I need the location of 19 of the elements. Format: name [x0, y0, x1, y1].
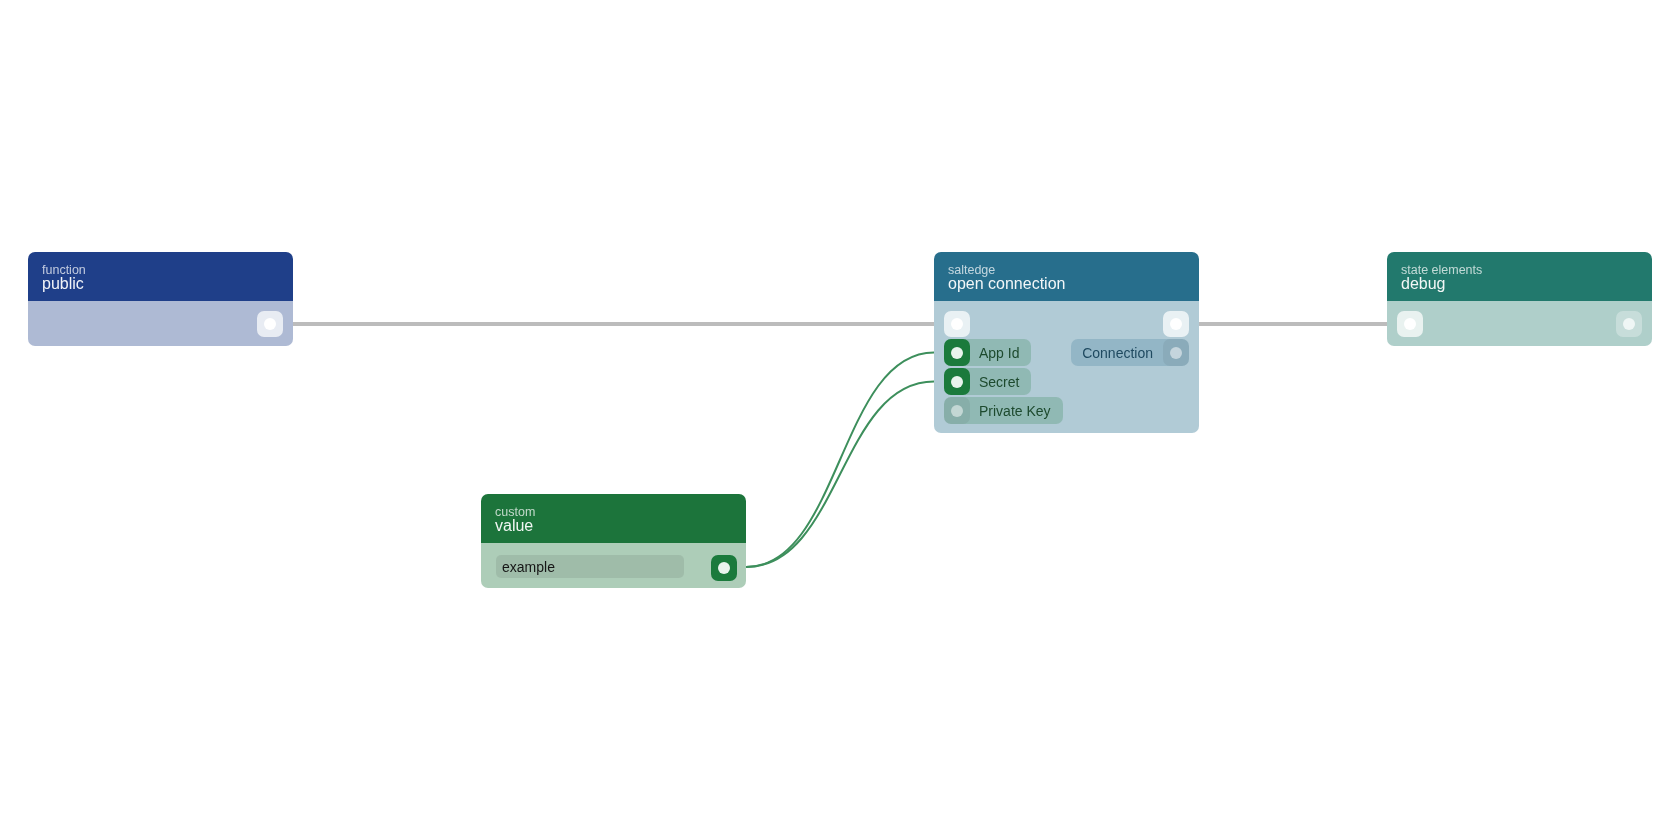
- node-header[interactable]: saltedge open connection: [934, 252, 1199, 301]
- node-category: function: [42, 263, 86, 276]
- node-title: public: [42, 275, 84, 291]
- node-header[interactable]: state elements debug: [1387, 252, 1652, 301]
- node-header[interactable]: custom value: [481, 494, 746, 543]
- port-icon[interactable]: [711, 555, 737, 581]
- socket-label: Connection: [1082, 344, 1153, 361]
- node-title: debug: [1401, 275, 1446, 291]
- node-title: value: [495, 517, 534, 533]
- node-category: custom: [495, 505, 536, 518]
- port-icon[interactable]: [944, 368, 970, 395]
- node-category: saltedge: [948, 263, 996, 276]
- node-category: state elements: [1401, 263, 1483, 276]
- socket-label: Private Key: [979, 402, 1051, 419]
- port-icon[interactable]: [257, 311, 283, 337]
- socket-label: App Id: [979, 344, 1020, 361]
- port-icon[interactable]: [944, 339, 970, 366]
- node-header[interactable]: function public: [28, 252, 293, 301]
- socket-label: Secret: [979, 373, 1020, 390]
